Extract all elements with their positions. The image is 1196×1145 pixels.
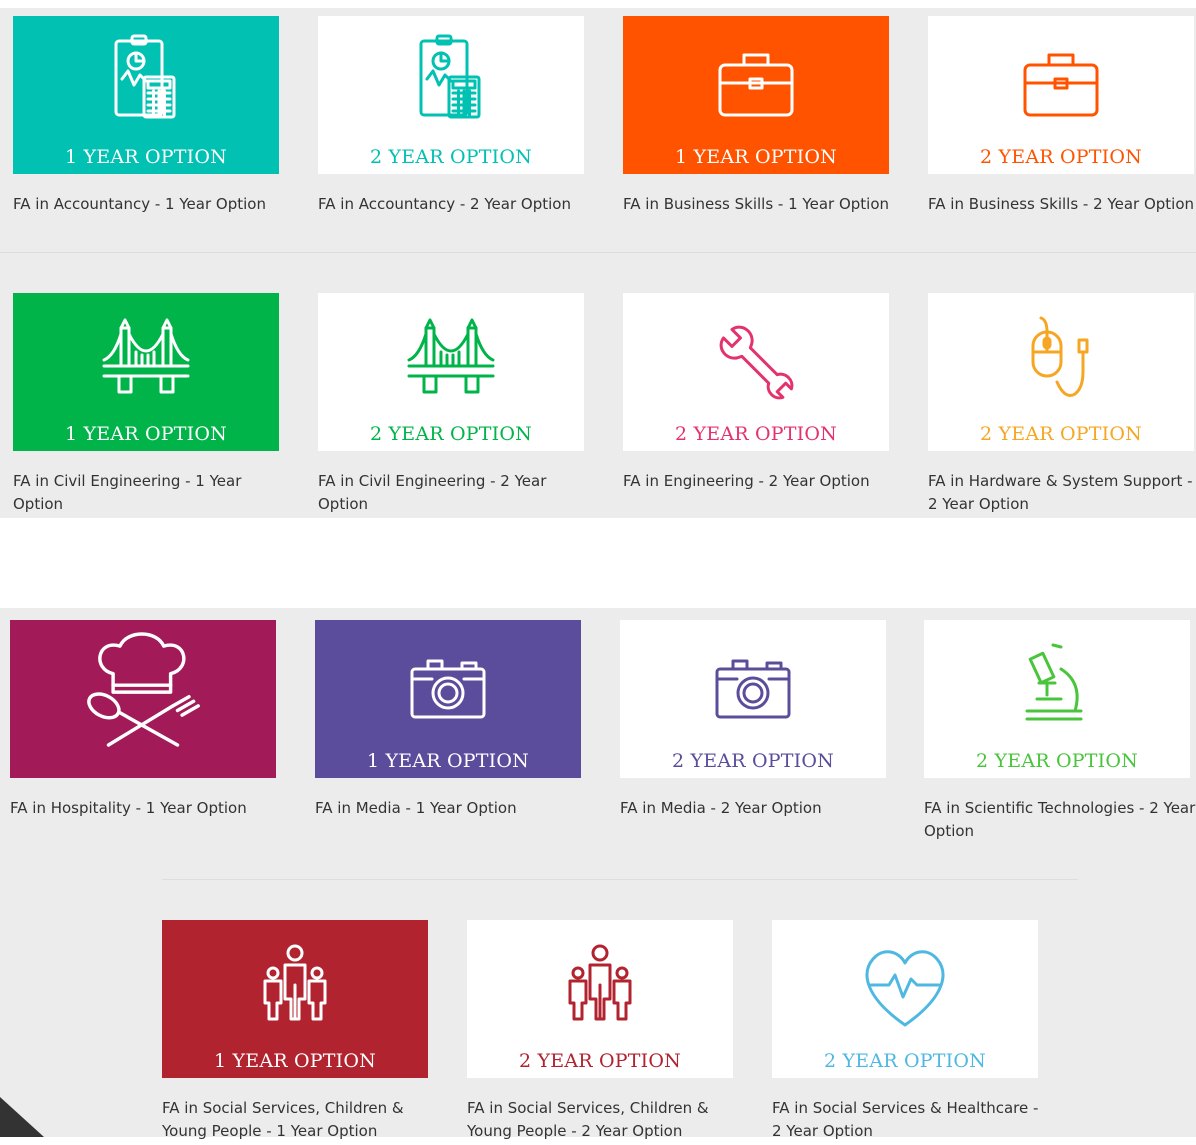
year-option-label: 2 YEAR OPTION: [675, 423, 837, 445]
course-thumbnail[interactable]: 2 YEAR OPTION: [772, 920, 1038, 1078]
course-card[interactable]: 2 YEAR OPTION FA in Media - 2 Year Option: [620, 620, 892, 845]
course-title-link[interactable]: FA in Media - 1 Year Option: [315, 797, 587, 820]
course-card[interactable]: 1 YEAR OPTION FA in Business Skills - 1 Y…: [623, 16, 895, 241]
year-option-label: 1 YEAR OPTION: [214, 1050, 376, 1072]
course-thumbnail[interactable]: 1 YEAR OPTION: [13, 293, 279, 451]
course-title-link[interactable]: FA in Engineering - 2 Year Option: [623, 470, 895, 493]
year-option-label: 2 YEAR OPTION: [519, 1050, 681, 1072]
course-card[interactable]: 2 YEAR OPTION FA in Civil Engineering - 2…: [318, 293, 590, 518]
course-card[interactable]: 2 YEAR OPTION FA in Accountancy - 2 Year …: [318, 16, 590, 241]
course-thumbnail[interactable]: 1 YEAR OPTION: [315, 620, 581, 778]
course-card[interactable]: FA in Hospitality - 1 Year Option: [10, 620, 282, 845]
scroll-corner-indicator[interactable]: [0, 1097, 44, 1137]
year-option-label: 1 YEAR OPTION: [675, 146, 837, 168]
course-title-link[interactable]: FA in Civil Engineering - 1 Year Option: [13, 470, 285, 516]
course-thumbnail[interactable]: 2 YEAR OPTION: [928, 16, 1194, 174]
course-thumbnail[interactable]: 1 YEAR OPTION: [623, 16, 889, 174]
course-title-link[interactable]: FA in Hospitality - 1 Year Option: [10, 797, 282, 820]
course-title-link[interactable]: FA in Hardware & System Support - 2 Year…: [928, 470, 1196, 516]
course-title-link[interactable]: FA in Media - 2 Year Option: [620, 797, 892, 820]
course-title-link[interactable]: FA in Business Skills - 1 Year Option: [623, 193, 895, 216]
year-option-label: 2 YEAR OPTION: [824, 1050, 986, 1072]
course-thumbnail[interactable]: 1 YEAR OPTION: [13, 16, 279, 174]
course-title-link[interactable]: FA in Accountancy - 1 Year Option: [13, 193, 285, 216]
course-thumbnail[interactable]: [10, 620, 276, 778]
course-title-link[interactable]: FA in Civil Engineering - 2 Year Option: [318, 470, 590, 516]
course-thumbnail[interactable]: 1 YEAR OPTION: [162, 920, 428, 1078]
course-title-link[interactable]: FA in Social Services, Children & Young …: [467, 1097, 739, 1143]
course-card[interactable]: 2 YEAR OPTION FA in Business Skills - 2 Y…: [928, 16, 1196, 241]
year-option-label: 2 YEAR OPTION: [980, 423, 1142, 445]
chef-hat-cutlery-icon: [87, 632, 200, 747]
course-title-link[interactable]: FA in Business Skills - 2 Year Option: [928, 193, 1196, 216]
course-card[interactable]: 1 YEAR OPTION FA in Accountancy - 1 Year …: [13, 16, 285, 241]
course-card[interactable]: 1 YEAR OPTION FA in Social Services, Chil…: [162, 920, 434, 1145]
year-option-label: 1 YEAR OPTION: [65, 423, 227, 445]
row-divider: [162, 879, 1078, 880]
course-title-link[interactable]: FA in Scientific Technologies - 2 Year O…: [924, 797, 1196, 843]
course-thumbnail[interactable]: 2 YEAR OPTION: [467, 920, 733, 1078]
course-thumbnail[interactable]: 2 YEAR OPTION: [924, 620, 1190, 778]
course-card[interactable]: 2 YEAR OPTION FA in Social Services, Chil…: [467, 920, 739, 1145]
year-option-label: 2 YEAR OPTION: [672, 750, 834, 772]
course-thumbnail[interactable]: 2 YEAR OPTION: [620, 620, 886, 778]
year-option-label: 1 YEAR OPTION: [367, 750, 529, 772]
year-option-label: 1 YEAR OPTION: [65, 146, 227, 168]
course-title-link[interactable]: FA in Social Services & Healthcare - 2 Y…: [772, 1097, 1044, 1143]
course-title-link[interactable]: FA in Social Services, Children & Young …: [162, 1097, 434, 1143]
course-thumbnail[interactable]: 2 YEAR OPTION: [623, 293, 889, 451]
year-option-label: 2 YEAR OPTION: [976, 750, 1138, 772]
year-option-label: 2 YEAR OPTION: [370, 146, 532, 168]
course-card[interactable]: 1 YEAR OPTION FA in Media - 1 Year Option: [315, 620, 587, 845]
course-card[interactable]: 2 YEAR OPTION FA in Scientific Technologi…: [924, 620, 1196, 845]
course-thumbnail[interactable]: 2 YEAR OPTION: [318, 293, 584, 451]
course-thumbnail[interactable]: 2 YEAR OPTION: [928, 293, 1194, 451]
year-option-label: 2 YEAR OPTION: [980, 146, 1142, 168]
course-thumbnail[interactable]: 2 YEAR OPTION: [318, 16, 584, 174]
course-card[interactable]: 2 YEAR OPTION FA in Engineering - 2 Year …: [623, 293, 895, 518]
course-title-link[interactable]: FA in Accountancy - 2 Year Option: [318, 193, 590, 216]
course-card[interactable]: 2 YEAR OPTION FA in Social Services & Hea…: [772, 920, 1044, 1145]
course-card[interactable]: 2 YEAR OPTION FA in Hardware & System Sup…: [928, 293, 1196, 518]
course-card[interactable]: 1 YEAR OPTION FA in Civil Engineering - 1…: [13, 293, 285, 518]
row-divider: [0, 252, 1196, 253]
year-option-label: 2 YEAR OPTION: [370, 423, 532, 445]
